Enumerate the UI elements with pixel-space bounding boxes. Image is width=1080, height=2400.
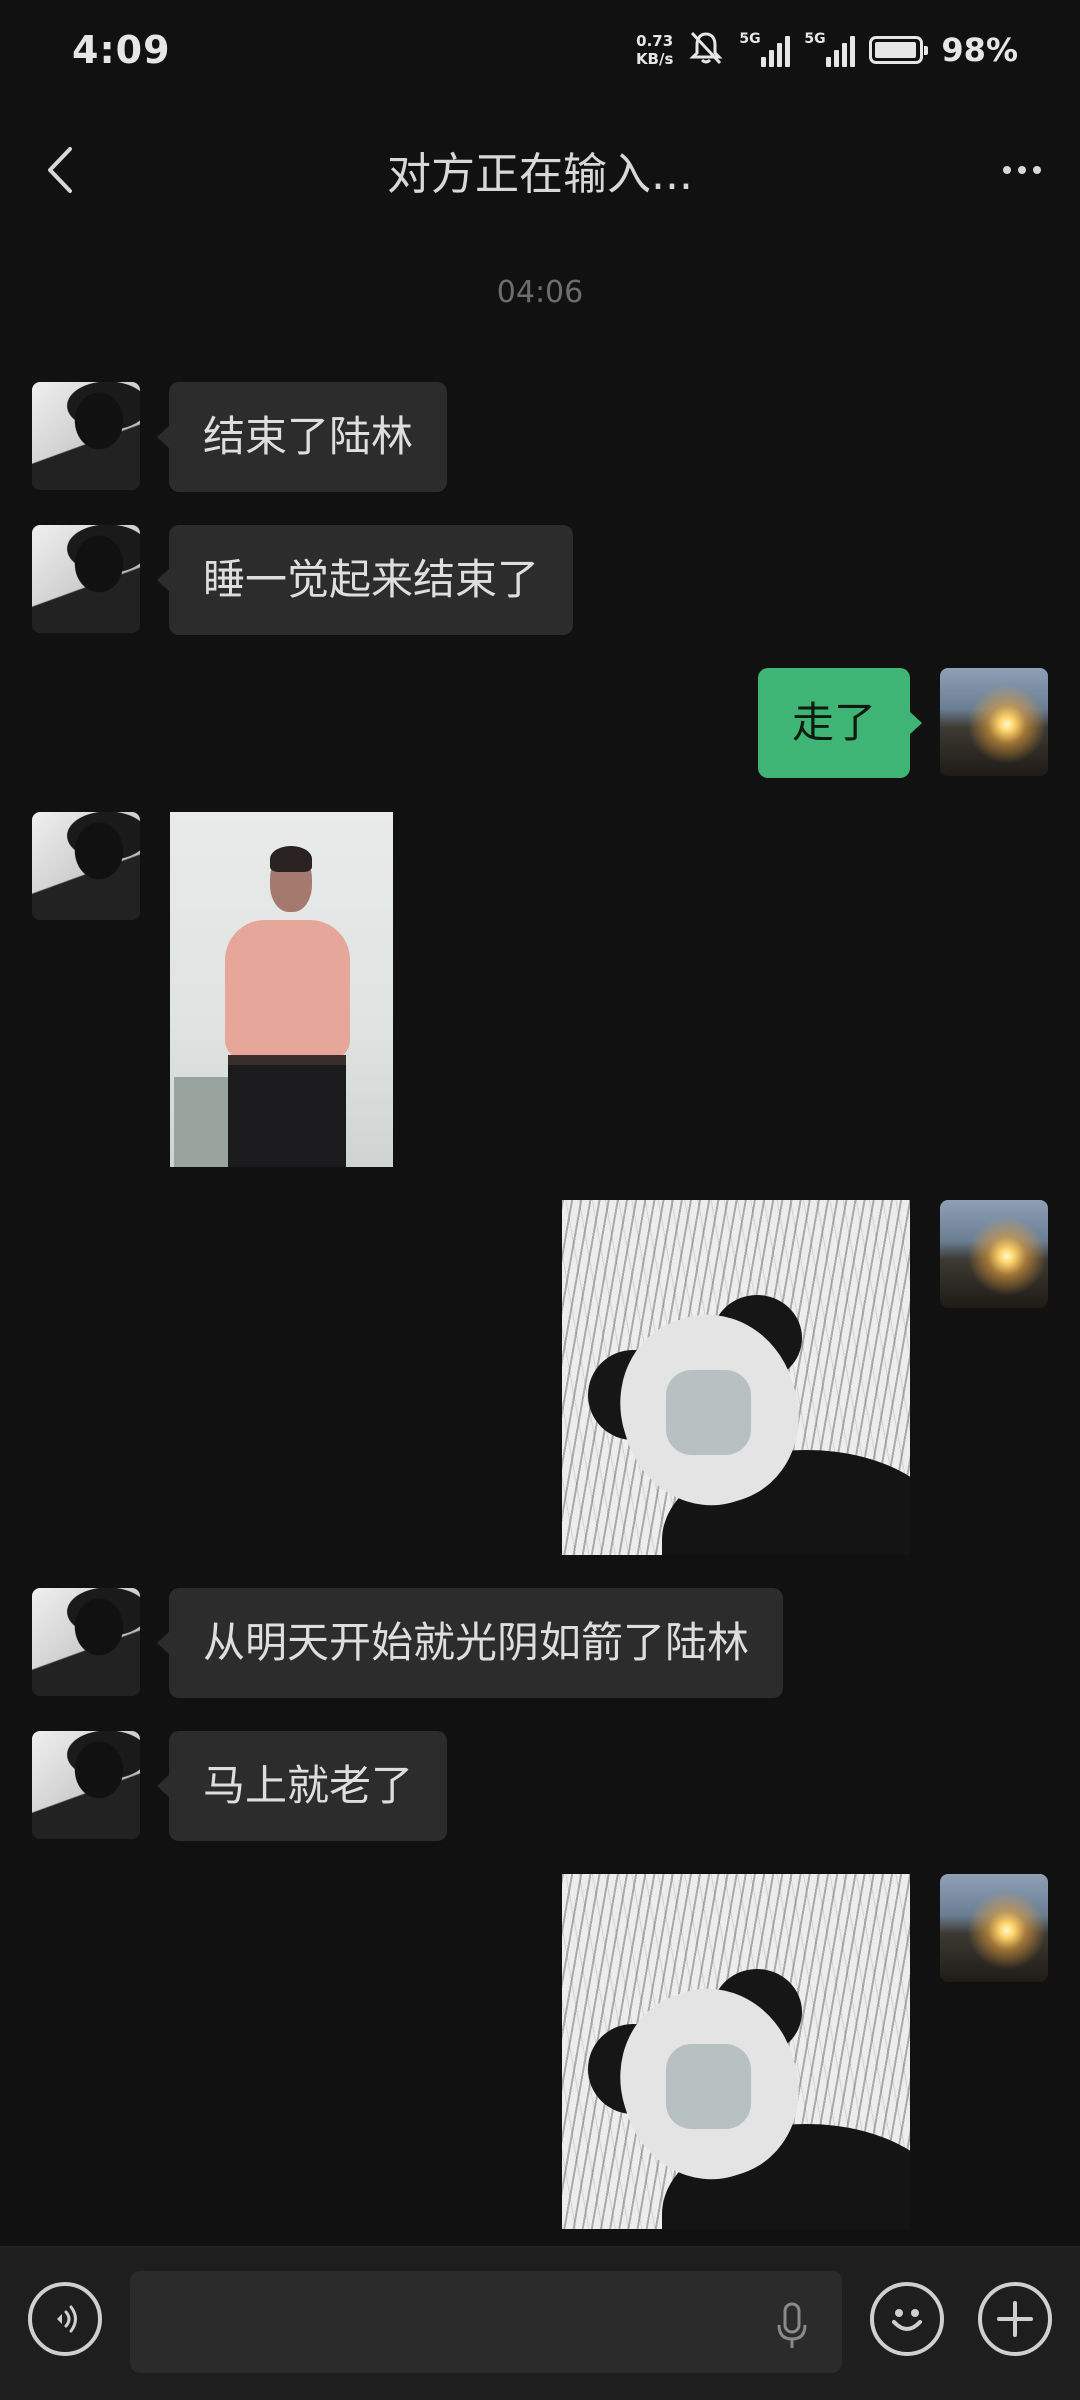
status-bar: 4:09 0.73 KB/s 5G 5G 98% [0,0,1080,100]
contact-avatar[interactable] [32,1731,140,1839]
input-bar [0,2246,1080,2400]
voice-toggle-button[interactable] [28,2282,102,2356]
outgoing-sticker[interactable] [562,1200,910,1555]
contact-avatar[interactable] [32,525,140,633]
signal-icon-2: 5G [804,31,856,67]
contact-avatar[interactable] [32,1588,140,1696]
emoji-icon [892,2309,922,2331]
message-row [0,1200,1080,1555]
bell-muted-icon [687,29,725,71]
dot-icon [1018,166,1026,174]
network-speed-unit: KB/s [635,50,674,68]
back-button[interactable] [30,140,90,200]
contact-avatar[interactable] [32,812,140,920]
outgoing-text-bubble[interactable]: 走了 [757,668,923,778]
dot-icon [1003,166,1011,174]
back-arrow-icon [48,147,72,193]
signal-icon-1: 5G [739,31,791,67]
my-avatar[interactable] [940,1874,1048,1982]
status-time: 4:09 [72,28,171,72]
message-row: 从明天开始就光阴如箭了陆林 [0,1588,1080,1698]
voice-icon [57,2305,77,2333]
dot-icon [1033,166,1041,174]
message-input[interactable] [130,2271,842,2373]
chat-header: 对方正在输入... [0,120,1080,220]
message-row: 马上就老了 [0,1731,1080,1841]
message-timestamp: 04:06 [496,275,584,310]
mic-icon[interactable] [772,2301,812,2351]
incoming-photo[interactable] [170,812,393,1167]
message-row: 结束了陆林 [0,382,1080,492]
emoji-button[interactable] [870,2282,944,2356]
message-row [0,1874,1080,2229]
battery-icon [869,36,929,64]
incoming-text-bubble[interactable]: 结束了陆林 [156,382,448,492]
my-avatar[interactable] [940,1200,1048,1308]
my-avatar[interactable] [940,668,1048,776]
message-row: 睡一觉起来结束了 [0,525,1080,635]
incoming-text-bubble[interactable]: 从明天开始就光阴如箭了陆林 [156,1588,784,1698]
incoming-text-bubble[interactable]: 睡一觉起来结束了 [156,525,574,635]
contact-avatar[interactable] [32,382,140,490]
network-speed-value: 0.73 [636,32,674,50]
battery-percent: 98% [941,31,1018,69]
outgoing-sticker[interactable] [562,1874,910,2229]
chat-title: 对方正在输入... [387,149,693,200]
more-actions-button[interactable] [978,2282,1052,2356]
message-row [0,812,1080,1167]
network-speed: 0.73 KB/s [636,32,673,68]
signal-2-label: 5G [804,31,826,47]
status-icons: 0.73 KB/s 5G 5G 98% [636,29,1018,71]
plus-icon [997,2301,1033,2337]
signal-1-label: 5G [739,31,761,47]
more-options-button[interactable] [992,140,1052,200]
message-row: 走了 [0,668,1080,778]
incoming-text-bubble[interactable]: 马上就老了 [156,1731,448,1841]
